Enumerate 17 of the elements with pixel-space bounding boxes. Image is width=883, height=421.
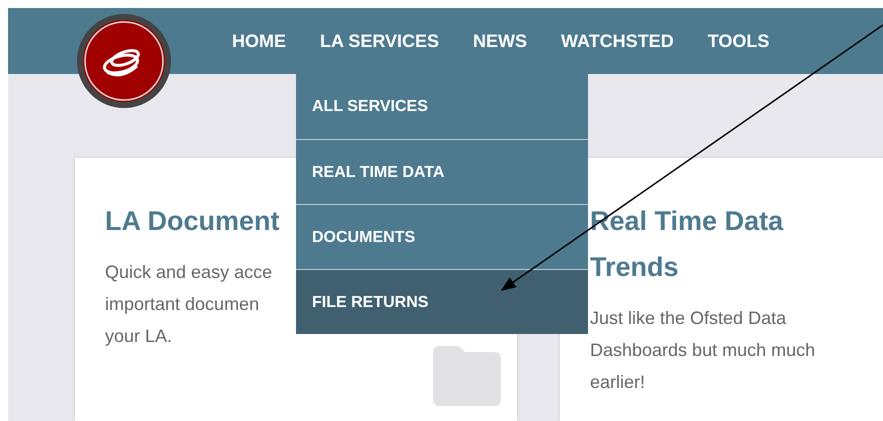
menu-item[interactable]: REAL TIME DATA (296, 139, 588, 204)
logo-icon[interactable] (77, 14, 171, 108)
folder-icon (433, 346, 501, 406)
card-text: important documen (105, 293, 260, 316)
menu-item[interactable]: FILE RETURNS (296, 269, 588, 334)
card-title: LA Document (105, 205, 280, 238)
menu-item[interactable]: ALL SERVICES (296, 74, 588, 139)
nav-link[interactable]: WATCHSTED (544, 28, 691, 54)
nav-link[interactable]: LA SERVICES (303, 28, 456, 54)
card-text: Just like the Ofsted Data (590, 307, 786, 330)
card-text: Quick and easy acce (105, 261, 272, 284)
nav-link[interactable]: NEWS (456, 28, 544, 54)
card-text: earlier! (590, 371, 646, 394)
nav-link[interactable]: HOME (215, 28, 303, 54)
card-text: Dashboards but much much (590, 339, 816, 362)
nav-link[interactable]: TOOLS (690, 28, 786, 54)
card-text: your LA. (105, 325, 172, 348)
